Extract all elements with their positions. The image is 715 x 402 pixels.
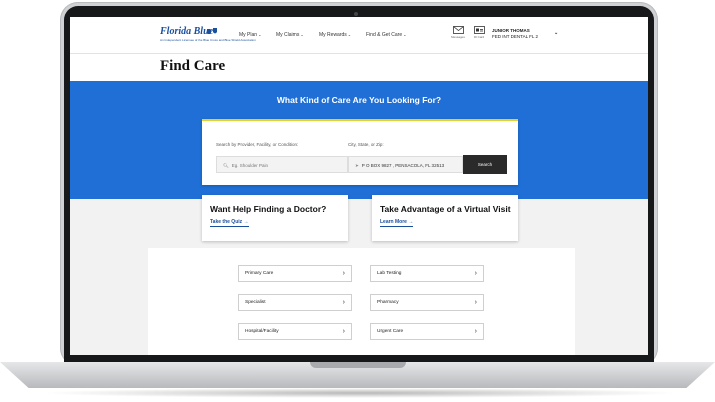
provider-search-input[interactable]: 🔍︎ Eg. Shoulder Pain [216,156,348,173]
category-specialist[interactable]: Specialist › [238,294,352,311]
provider-label: Search by Provider, Facility, or Conditi… [216,142,299,147]
chevron-right-icon: › [342,328,345,335]
virtual-visit-card: Take Advantage of a Virtual Visit Learn … [372,195,518,241]
nav-label: My Claims [276,32,300,38]
logo-tagline: An Independent Licensee of the Blue Cros… [160,38,256,42]
nav-my-rewards[interactable]: My Rewards⌄ [319,32,351,38]
category-primary-care[interactable]: Primary Care › [238,265,352,282]
laptop-notch [310,362,406,368]
category-hospital-facility[interactable]: Hospital/Facility › [238,323,352,340]
messages-button[interactable]: Messages [447,26,469,39]
laptop-shadow [40,388,680,398]
id-card-label: ID Card [473,35,485,39]
card-title: Want Help Finding a Doctor? [210,204,327,214]
nav-find-get-care[interactable]: Find & Get Care⌄ [366,32,407,38]
user-plan: FED INT DENTAL FL 2 [492,33,539,39]
location-input[interactable]: ➤ P O BOX 9827 , PENSACOLA, FL 32513 [348,156,463,173]
chevron-right-icon: › [474,270,477,277]
title-bar [70,54,648,81]
category-label: Specialist [245,300,266,305]
doctor-quiz-card: Want Help Finding a Doctor? Take the Qui… [202,195,348,241]
take-quiz-link[interactable]: Take the Quiz → [210,219,249,227]
id-card-button[interactable]: ID Card [468,26,490,39]
location-label: City, State, or Zip: [348,142,384,147]
browser-screen: Florida Blue An Independent Licensee of … [70,17,648,355]
search-button[interactable]: Search [463,155,507,174]
cross-shield-icon [207,28,217,34]
nav-my-plan[interactable]: My Plan⌄ [239,32,261,38]
category-label: Primary Care [245,271,274,276]
category-lab-testing[interactable]: Lab Testing › [370,265,484,282]
category-urgent-care[interactable]: Urgent Care › [370,323,484,340]
location-arrow-icon: ➤ [355,163,359,168]
top-navigation: Florida Blue An Independent Licensee of … [70,17,648,54]
category-label: Pharmacy [377,300,399,305]
chevron-right-icon: › [342,270,345,277]
nav-label: Find & Get Care [366,32,403,38]
learn-more-link[interactable]: Learn More → [380,219,414,227]
provider-placeholder: Eg. Shoulder Pain [231,163,268,168]
camera-icon [354,12,358,16]
messages-label: Messages [451,35,465,39]
user-menu[interactable]: JUNIOR THOMAS FED INT DENTAL FL 2 ⌄ [492,28,558,39]
nav-my-claims[interactable]: My Claims⌄ [276,32,304,38]
chevron-down-icon: ⌄ [347,32,352,37]
card-title: Take Advantage of a Virtual Visit [380,204,511,214]
chevron-right-icon: › [342,299,345,306]
category-label: Urgent Care [377,329,404,334]
page-title: Find Care [160,58,226,74]
search-card: Search by Provider, Facility, or Conditi… [202,119,518,185]
care-categories-panel [148,248,575,355]
nav-label: My Plan [239,32,258,38]
id-card-icon [473,26,485,34]
category-label: Hospital/Facility [245,329,279,334]
chevron-down-icon: ⌄ [554,30,559,36]
envelope-icon [452,26,464,34]
location-value: P O BOX 9827 , PENSACOLA, FL 32513 [361,163,445,168]
category-pharmacy[interactable]: Pharmacy › [370,294,484,311]
hero-heading: What Kind of Care Are You Looking For? [276,95,442,105]
nav-label: My Rewards [319,32,347,38]
chevron-right-icon: › [474,299,477,306]
chevron-down-icon: ⌄ [258,32,262,37]
chevron-right-icon: › [474,328,477,335]
chevron-down-icon: ⌄ [403,32,407,37]
search-icon: 🔍︎ [223,163,229,168]
chevron-down-icon: ⌄ [300,32,304,37]
category-label: Lab Testing [377,271,402,276]
